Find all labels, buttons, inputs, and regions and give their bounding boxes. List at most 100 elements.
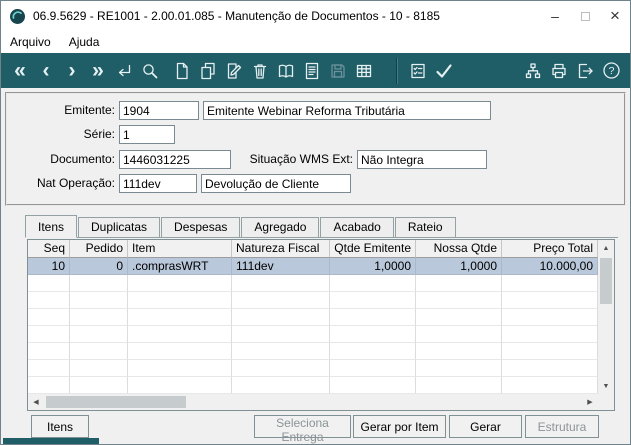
tab-itens[interactable]: Itens: [25, 215, 78, 238]
column-header-nossa-qtde[interactable]: Nossa Qtde: [416, 240, 502, 258]
column-header-item[interactable]: Item: [128, 240, 232, 258]
confirm-icon: [436, 63, 452, 78]
vertical-scrollbar[interactable]: ▲ ▼: [598, 240, 614, 394]
edit-document-button[interactable]: [221, 58, 247, 84]
toolbar-separator: [396, 57, 398, 84]
new-document-icon: [176, 62, 188, 79]
first-record-icon: «: [14, 58, 26, 82]
close-button[interactable]: ×: [600, 1, 630, 31]
nat-operacao-code-input[interactable]: [119, 174, 197, 193]
table-row-empty: [28, 326, 598, 343]
print-button[interactable]: [546, 58, 572, 84]
documento-input[interactable]: [119, 150, 231, 169]
search-button[interactable]: [137, 58, 163, 84]
serie-input[interactable]: [119, 125, 175, 144]
first-record-button[interactable]: «: [7, 58, 33, 84]
menu-ajuda[interactable]: Ajuda: [60, 31, 109, 53]
window-title: 06.9.5629 - RE1001 - 2.00.01.085 - Manut…: [33, 9, 440, 23]
tab-acabado[interactable]: Acabado: [320, 217, 394, 237]
checklist-button[interactable]: [405, 58, 431, 84]
app-icon: [10, 8, 25, 24]
column-header-natureza-fiscal[interactable]: Natureza Fiscal: [232, 240, 330, 258]
maximize-icon: [580, 11, 590, 21]
gerar-por-item-button[interactable]: Gerar por Item: [353, 415, 446, 438]
menu-arquivo[interactable]: Arquivo: [1, 31, 60, 53]
edit-document-icon: [227, 62, 242, 79]
document-form-panel: Emitente: Série: Documento: Situação WMS…: [5, 92, 626, 206]
last-record-icon: »: [92, 58, 104, 82]
items-grid: Seq Pedido Item Natureza Fiscal Qtde Emi…: [27, 239, 615, 411]
table-row-empty: [28, 377, 598, 394]
svg-text:?: ?: [608, 65, 614, 77]
report-icon: [305, 62, 319, 79]
toolbar: « ‹ › » ?: [1, 53, 630, 88]
horizontal-scroll-thumb[interactable]: [46, 396, 186, 408]
estrutura-button[interactable]: Estrutura: [525, 415, 599, 438]
emitente-code-input[interactable]: [119, 101, 199, 120]
copy-icon: [201, 62, 215, 79]
scroll-right-button[interactable]: ▶: [582, 394, 598, 410]
go-to-button[interactable]: [111, 58, 137, 84]
table-row-empty: [28, 275, 598, 292]
structure-button[interactable]: [520, 58, 546, 84]
table-view-icon: [356, 64, 372, 77]
search-icon: [143, 63, 158, 78]
column-header-seq[interactable]: Seq: [28, 240, 70, 258]
table-row-empty: [28, 343, 598, 360]
documento-label: Documento:: [50, 152, 115, 166]
structure-icon: [525, 62, 541, 78]
nat-operacao-desc-input[interactable]: [201, 174, 351, 193]
table-row-empty: [28, 360, 598, 377]
bottom-left-strip: [3, 438, 99, 444]
scrollbar-corner: [598, 394, 614, 410]
last-record-button[interactable]: »: [85, 58, 111, 84]
maximize-button[interactable]: [570, 1, 600, 31]
tab-despesas[interactable]: Despesas: [161, 217, 241, 237]
next-record-button[interactable]: ›: [59, 58, 85, 84]
serie-label: Série:: [83, 127, 115, 141]
go-to-icon: [118, 64, 131, 76]
checklist-icon: [411, 63, 425, 78]
situacao-wms-label: Situação WMS Ext:: [249, 152, 353, 166]
new-document-button[interactable]: [169, 58, 195, 84]
browse-book-button[interactable]: [273, 58, 299, 84]
cell-preco-total: 10.000,00: [502, 258, 598, 275]
confirm-button[interactable]: [431, 58, 457, 84]
tab-agregado[interactable]: Agregado: [241, 217, 320, 237]
minimize-button[interactable]: –: [540, 1, 570, 31]
column-header-pedido[interactable]: Pedido: [70, 240, 128, 258]
itens-button[interactable]: Itens: [31, 415, 89, 438]
cell-item: .comprasWRT: [128, 258, 232, 275]
scroll-down-button[interactable]: ▼: [598, 378, 614, 394]
help-button[interactable]: ?: [598, 58, 624, 84]
scroll-up-button[interactable]: ▲: [598, 240, 614, 256]
delete-button[interactable]: [247, 58, 273, 84]
delete-icon: [253, 63, 267, 79]
table-row-empty: [28, 292, 598, 309]
table-view-button[interactable]: [351, 58, 377, 84]
tab-duplicatas[interactable]: Duplicatas: [78, 217, 161, 237]
emitente-name-input[interactable]: [203, 101, 491, 120]
save-button[interactable]: [325, 58, 351, 84]
previous-record-button[interactable]: ‹: [33, 58, 59, 84]
seleciona-entrega-button[interactable]: Seleciona Entrega: [254, 415, 351, 444]
exit-icon: [578, 63, 593, 78]
emitente-label: Emitente:: [64, 103, 115, 117]
items-grid-table: Seq Pedido Item Natureza Fiscal Qtde Emi…: [28, 240, 598, 394]
vertical-scroll-thumb[interactable]: [600, 258, 612, 304]
gerar-button[interactable]: Gerar: [449, 415, 522, 438]
copy-button[interactable]: [195, 58, 221, 84]
scroll-left-button[interactable]: ◀: [28, 394, 44, 410]
table-row-selected[interactable]: 10 0 .comprasWRT 111dev 1,0000 1,0000 10…: [28, 258, 598, 275]
situacao-wms-input[interactable]: [357, 150, 487, 169]
cell-seq: 10: [28, 258, 70, 275]
cell-qtde-emitente: 1,0000: [330, 258, 416, 275]
horizontal-scrollbar[interactable]: ◀ ▶: [28, 394, 598, 410]
column-header-qtde-emitente[interactable]: Qtde Emitente: [330, 240, 416, 258]
report-button[interactable]: [299, 58, 325, 84]
save-icon: [331, 63, 345, 78]
browse-book-icon: [278, 64, 294, 78]
tab-rateio[interactable]: Rateio: [394, 217, 456, 237]
column-header-preco-total[interactable]: Preço Total: [502, 240, 598, 258]
exit-button[interactable]: [572, 58, 598, 84]
